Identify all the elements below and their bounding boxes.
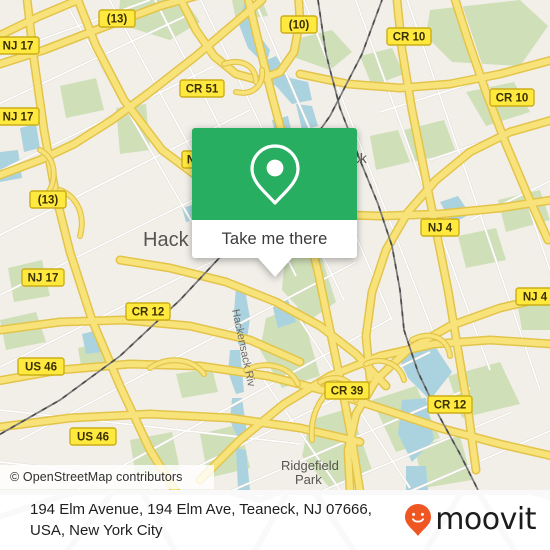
svg-text:US 46: US 46	[25, 362, 57, 374]
place-label-ridgefield-park: Park	[295, 472, 322, 487]
svg-text:CR 12: CR 12	[132, 307, 165, 319]
take-me-there-callout[interactable]: Take me there	[192, 128, 357, 277]
callout-pointer	[257, 258, 292, 277]
take-me-there-label: Take me there	[221, 229, 328, 248]
road-shield-10: (10)	[280, 15, 318, 34]
map-share-card: Hackensack Riv Hack eck Ridgefield Park …	[0, 0, 550, 550]
svg-text:US 46: US 46	[77, 432, 109, 444]
map-attribution: © OpenStreetMap contributors	[0, 465, 214, 489]
road-shield-cr12-a: CR 12	[125, 302, 171, 321]
svg-text:(13): (13)	[107, 14, 128, 26]
footer-bar: 194 Elm Avenue, 194 Elm Ave, Teaneck, NJ…	[0, 490, 550, 550]
road-shield-us46-b: US 46	[69, 427, 117, 446]
svg-text:CR 51: CR 51	[186, 84, 219, 96]
place-label-ridgefield: Ridgefield	[281, 458, 339, 473]
svg-text:CR 10: CR 10	[393, 32, 426, 44]
road-shield-cr12-b: CR 12	[427, 395, 473, 414]
place-label-hackensack: Hack	[143, 229, 190, 251]
road-shield-nj4-b: NJ 4	[515, 287, 550, 306]
road-shield-cr39: CR 39	[324, 381, 370, 400]
road-shield-nj17-c: NJ 17	[21, 268, 65, 287]
map-pin-icon	[249, 144, 300, 205]
svg-text:NJ 4: NJ 4	[523, 292, 548, 304]
svg-text:NJ 4: NJ 4	[428, 223, 453, 235]
svg-text:NJ 17: NJ 17	[3, 112, 34, 124]
road-shield-nj17-a: NJ 17	[0, 36, 40, 55]
svg-text:CR 39: CR 39	[331, 386, 364, 398]
moovit-logo[interactable]: moovit	[404, 503, 536, 537]
road-shield-us46-a: US 46	[17, 357, 65, 376]
svg-text:NJ 17: NJ 17	[3, 41, 34, 53]
svg-text:CR 12: CR 12	[434, 400, 467, 412]
road-shield-13-a: (13)	[98, 9, 136, 28]
location-address: 194 Elm Avenue, 194 Elm Ave, Teaneck, NJ…	[30, 501, 372, 539]
moovit-wordmark: moovit	[435, 502, 536, 537]
attribution-text: © OpenStreetMap contributors	[10, 470, 183, 484]
road-shield-13-b: (13)	[29, 190, 67, 209]
road-shield-nj17-b: NJ 17	[0, 107, 40, 126]
road-shield-cr51: CR 51	[179, 79, 225, 98]
road-shield-cr10-a: CR 10	[386, 27, 432, 46]
take-me-there-button[interactable]: Take me there	[192, 220, 357, 258]
svg-text:CR 10: CR 10	[496, 93, 529, 105]
svg-text:(10): (10)	[289, 20, 310, 32]
svg-text:NJ 17: NJ 17	[28, 273, 59, 285]
road-shield-cr10-b: CR 10	[489, 88, 535, 107]
map-canvas[interactable]: Hackensack Riv Hack eck Ridgefield Park …	[0, 0, 550, 490]
road-shield-nj4-a: NJ 4	[420, 218, 460, 237]
callout-header	[192, 128, 357, 220]
moovit-pin-smiley-icon	[405, 504, 432, 536]
svg-text:(13): (13)	[38, 195, 59, 207]
